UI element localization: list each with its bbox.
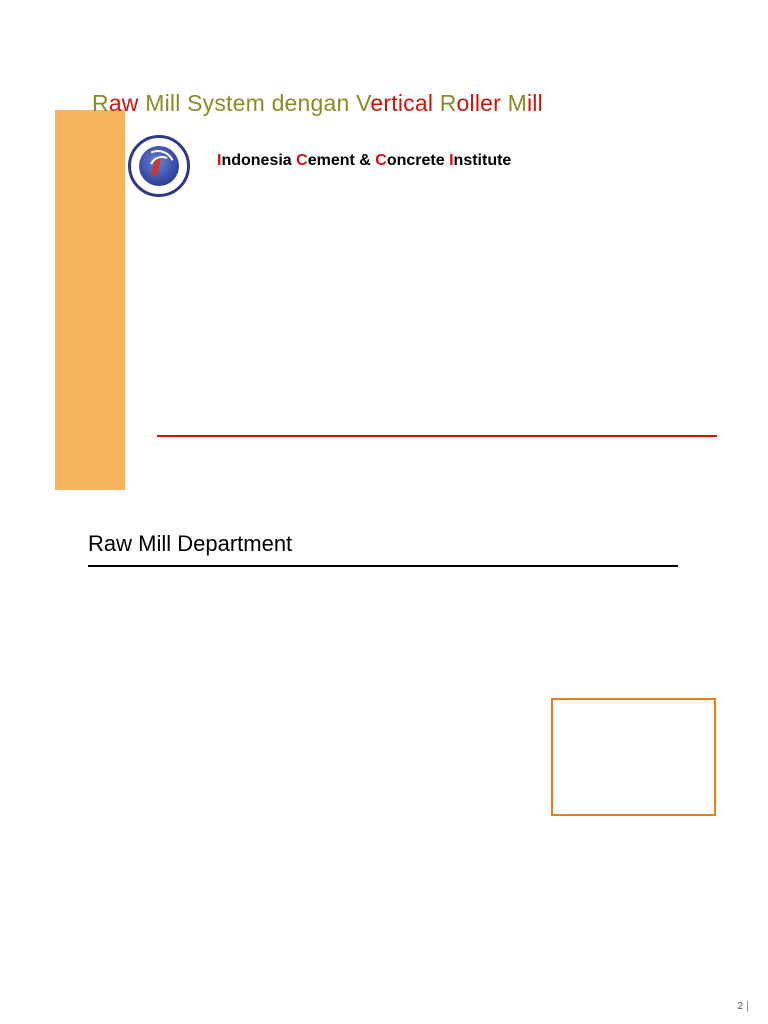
slide-title: Raw Mill System dengan Vertical Roller M…	[92, 90, 543, 117]
title-frag: R	[92, 90, 109, 116]
title-frag: M	[508, 90, 527, 116]
slide-subtitle: Indonesia Cement & Concrete Institute	[217, 152, 511, 170]
logo-ring-icon	[128, 135, 190, 197]
decorative-sidebar	[55, 110, 125, 490]
sub-frag: C	[296, 152, 308, 169]
title-frag: R	[440, 90, 457, 116]
sub-frag: C	[375, 152, 387, 169]
sub-frag: nstitute	[454, 152, 512, 169]
slide-2: Raw Mill Department 2	[0, 490, 768, 1024]
page-number: 2	[737, 1001, 748, 1012]
logo-inner-icon	[139, 146, 179, 186]
sub-frag: ement &	[308, 152, 376, 169]
sub-frag: oncrete	[387, 152, 449, 169]
title-frag: aw	[109, 90, 145, 116]
divider-black	[88, 565, 678, 567]
sub-frag: ndonesia	[221, 152, 296, 169]
title-frag: ill	[527, 90, 543, 116]
divider-red	[157, 435, 717, 437]
title-frag: oller	[457, 90, 508, 116]
logo-accent-icon	[151, 158, 161, 177]
document-page: Raw Mill System dengan Vertical Roller M…	[0, 0, 768, 1024]
section-heading: Raw Mill Department	[88, 531, 292, 557]
title-frag: ill System dengan V	[165, 90, 371, 116]
title-frag: M	[145, 90, 164, 116]
institute-logo	[128, 135, 190, 197]
slide-1: Raw Mill System dengan Vertical Roller M…	[0, 0, 768, 490]
placeholder-box	[551, 698, 716, 816]
title-frag: ertical	[370, 90, 439, 116]
